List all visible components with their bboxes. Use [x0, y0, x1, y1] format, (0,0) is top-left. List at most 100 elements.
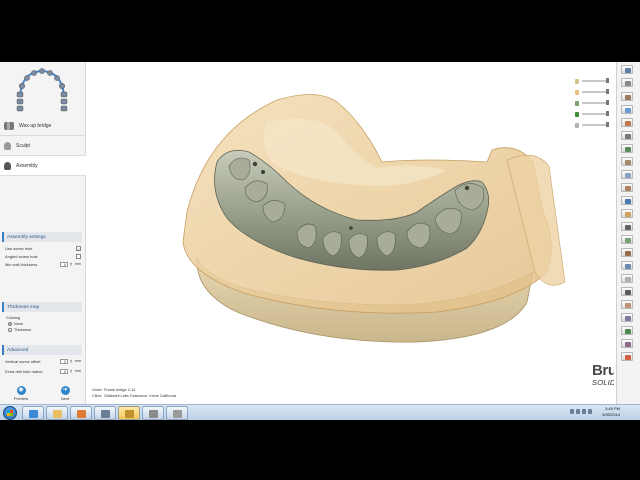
taskbar-app-active[interactable]: [118, 406, 140, 420]
slider-track[interactable]: [582, 100, 609, 106]
toolbar-button[interactable]: [621, 287, 633, 296]
taskbar-app-ie[interactable]: [22, 406, 44, 420]
layer-color-swatch: [575, 111, 579, 117]
layer-visibility-slider[interactable]: [575, 122, 609, 128]
tooth-icon: [16, 98, 24, 105]
slider-knob[interactable]: [606, 89, 609, 95]
toolbar-button[interactable]: [621, 78, 633, 87]
toolbar-button[interactable]: [621, 92, 633, 101]
thickness-map-header[interactable]: Thickness map: [2, 302, 82, 312]
tooth-icon: [16, 105, 24, 112]
tool-icon: [625, 147, 631, 152]
tool-icon: [625, 329, 631, 334]
taskbar-app[interactable]: [166, 406, 188, 420]
tool-icon: [625, 342, 631, 347]
slider-knob[interactable]: [606, 122, 609, 128]
order-info: Order: Frame bridge 2-14 Clinic: Glidewe…: [92, 387, 176, 399]
coloring-option-thickness[interactable]: Thickness: [8, 328, 31, 332]
vertical-screw-offset-input[interactable]: 0: [60, 358, 68, 364]
toolbar-button[interactable]: [621, 352, 633, 361]
layer-color-swatch: [575, 100, 579, 106]
toolbar-button[interactable]: [621, 157, 633, 166]
tooth-icon: [39, 68, 45, 74]
extra-drill-hole-radius-spinner[interactable]: ▴ ▾: [69, 368, 73, 374]
layer-color-swatch: [575, 89, 579, 95]
dental-model-render[interactable]: [87, 62, 614, 404]
workflow-step-wax-up[interactable]: Wax-up bridge: [0, 116, 86, 136]
next-button[interactable]: ➜ Next: [50, 386, 80, 404]
taskbar-app[interactable]: [142, 406, 164, 420]
toolbar-button[interactable]: [621, 313, 633, 322]
min-wall-thickness-input[interactable]: 0: [60, 261, 68, 267]
workflow-step-sculpt[interactable]: Sculpt: [0, 136, 86, 156]
tool-icon: [625, 108, 631, 113]
layer-visibility-slider[interactable]: [575, 100, 609, 106]
radio-button[interactable]: [8, 328, 12, 332]
use-screw-hole-label: Use screw hole: [5, 245, 33, 251]
slider-knob[interactable]: [606, 78, 609, 84]
start-button[interactable]: [3, 406, 17, 420]
3d-viewport[interactable]: BruxZir® SOLID ZIRCONIA: [87, 62, 614, 404]
unit-label: mm: [75, 359, 81, 363]
clock[interactable]: 3:45 PM 9/30/2014: [602, 406, 620, 418]
unit-label: mm: [75, 262, 81, 266]
toolbar-button[interactable]: [621, 105, 633, 114]
arrow-right-icon: ➜: [60, 386, 70, 395]
angled-screw-hole-label: Angled screw hole: [5, 253, 38, 259]
toolbar-button[interactable]: [621, 183, 633, 192]
assembly-settings-header[interactable]: Assembly settings: [2, 232, 82, 242]
preview-button[interactable]: ◉ Preview: [6, 386, 36, 404]
tooth-icon: [47, 70, 53, 76]
system-tray[interactable]: [570, 409, 594, 415]
radio-button[interactable]: [8, 322, 12, 326]
workflow-step-assembly[interactable]: Assembly: [0, 156, 86, 176]
toolbar-button[interactable]: [621, 196, 633, 205]
toolbar-button[interactable]: [621, 118, 633, 127]
coloring-label: Coloring: [6, 316, 21, 320]
slider-track[interactable]: [582, 111, 609, 117]
slider-track[interactable]: [582, 89, 609, 95]
toolbar-button[interactable]: [621, 261, 633, 270]
taskbar-app[interactable]: [94, 406, 116, 420]
angled-screw-hole-checkbox[interactable]: [76, 253, 81, 259]
slider-knob[interactable]: [606, 100, 609, 106]
screenshot-button[interactable]: [621, 65, 633, 74]
toolbar-button[interactable]: [621, 170, 633, 179]
toolbar-button[interactable]: [621, 274, 633, 283]
layer-visibility-slider[interactable]: [575, 89, 609, 95]
left-panel: Wax-up bridge Sculpt Assembly Assembly s…: [0, 62, 86, 404]
toolbar-button[interactable]: [621, 209, 633, 218]
toolbar-button[interactable]: [621, 248, 633, 257]
toolbar-button[interactable]: [621, 339, 633, 348]
tool-icon: [625, 251, 631, 256]
toolbar-button[interactable]: [621, 300, 633, 309]
use-screw-hole-checkbox[interactable]: ✓: [76, 245, 81, 252]
vertical-screw-offset-spinner[interactable]: ▴ ▾: [69, 358, 73, 364]
taskbar-app-media[interactable]: [70, 406, 92, 420]
toolbar-button[interactable]: [621, 222, 633, 231]
slider-knob[interactable]: [606, 111, 609, 117]
toolbar-button[interactable]: [621, 131, 633, 140]
app-icon: [149, 410, 158, 418]
layer-visibility-slider[interactable]: [575, 111, 609, 117]
layer-visibility-slider[interactable]: [575, 78, 609, 84]
toolbar-button[interactable]: [621, 144, 633, 153]
toolbar-button[interactable]: [621, 235, 633, 244]
tooth-icon: [60, 105, 68, 112]
slider-track[interactable]: [582, 78, 609, 84]
tool-icon: [625, 81, 631, 86]
right-toolbar: [616, 62, 640, 404]
coloring-option-none[interactable]: None: [8, 322, 23, 326]
toolbar-button[interactable]: [621, 326, 633, 335]
slider-track[interactable]: [582, 122, 609, 128]
tooth-arch-selector[interactable]: [10, 66, 74, 114]
browser-icon: [29, 410, 38, 418]
min-wall-thickness-spinner[interactable]: ▴ ▾: [69, 261, 73, 267]
app-icon: [101, 410, 110, 418]
extra-drill-hole-radius-input[interactable]: 0: [60, 368, 68, 374]
taskbar-app-explorer[interactable]: [46, 406, 68, 420]
extra-drill-hole-radius-label: Extra drill hole radius: [5, 368, 43, 374]
min-wall-thickness-row: Min wall thickness 0 ▴ ▾ mm: [5, 261, 81, 267]
advanced-header[interactable]: Advanced: [2, 345, 82, 355]
eye-icon: ◉: [16, 386, 26, 395]
